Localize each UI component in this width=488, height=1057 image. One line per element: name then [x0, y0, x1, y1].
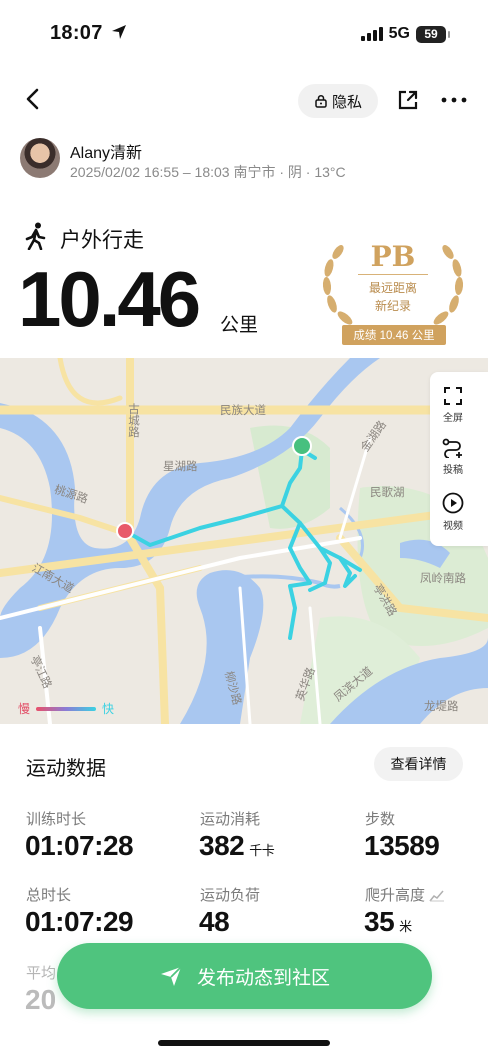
- stat-label-text: 爬升高度: [365, 887, 426, 904]
- publish-label: 发布动态到社区: [196, 967, 330, 989]
- map-label-longti: 龙堤路: [424, 701, 459, 713]
- stat-number: 35: [364, 906, 395, 937]
- pb-badge[interactable]: PB 最远距离 新纪录 成绩 10.46 公里: [318, 234, 468, 346]
- stat-value-calories: 382 千卡: [199, 830, 275, 862]
- map-label-minzu: 民族大道: [220, 405, 266, 417]
- avatar[interactable]: [20, 138, 60, 178]
- stat-value-total-time: 01:07:29: [25, 906, 134, 938]
- back-arrow-icon[interactable]: [20, 86, 46, 112]
- walking-icon: [25, 222, 46, 250]
- clock-text: 18:07: [50, 22, 103, 44]
- map-label-fengling: 凤岭南路: [420, 573, 466, 585]
- user-name[interactable]: Alany清新: [70, 139, 142, 163]
- distance-unit: 公里: [220, 315, 259, 336]
- stat-number: 382: [199, 830, 245, 861]
- privacy-button[interactable]: 隐私: [298, 84, 378, 118]
- more-options-icon[interactable]: [440, 88, 468, 112]
- stat-value-partial: 20: [25, 984, 57, 1015]
- signal-icon: [360, 27, 383, 41]
- stat-label-steps: 步数: [365, 811, 396, 828]
- route-submit-label: 投稿: [443, 465, 463, 476]
- route-submit-button[interactable]: 投稿: [430, 438, 476, 476]
- publish-to-community-button[interactable]: 发布动态到社区: [57, 943, 432, 1009]
- stat-number: 01:07:29: [25, 906, 134, 937]
- stat-value-training-time: 01:07:28: [25, 830, 134, 862]
- status-indicators: 5G 59: [360, 25, 450, 43]
- location-arrow-icon: [111, 25, 126, 39]
- home-indicator[interactable]: [158, 1040, 330, 1046]
- pace-legend: 慢 快: [18, 700, 114, 717]
- pb-result: 成绩 10.46 公里: [342, 325, 446, 345]
- stat-unit: 米: [399, 919, 412, 934]
- pb-title: PB: [370, 240, 416, 273]
- stat-label-partial: 平均: [26, 965, 57, 982]
- map-label-xinghu: 星湖路: [163, 461, 198, 473]
- pb-subtitle-2: 新纪录: [374, 299, 411, 313]
- privacy-label: 隐私: [331, 93, 362, 111]
- route-map[interactable]: 民族大道 古城路 星湖路 桃源路 民歌湖 金湖路 凤岭南路 江南大道 亭江路 亭…: [0, 358, 488, 724]
- elevation-chart-icon: [429, 890, 445, 901]
- pb-divider: [358, 274, 428, 275]
- stat-label-load: 运动负荷: [200, 887, 261, 904]
- status-time: 18:07: [50, 22, 127, 45]
- stats-title: 运动数据: [26, 758, 106, 780]
- stat-value-climb: 35 米: [364, 906, 412, 938]
- battery-level: 59: [424, 27, 438, 41]
- network-type: 5G: [388, 25, 410, 42]
- view-details-button[interactable]: 查看详情: [374, 747, 463, 781]
- map-tools-panel: 全屏 投稿 视频: [430, 372, 488, 546]
- lock-icon: [315, 94, 327, 108]
- video-label: 视频: [443, 521, 463, 532]
- stat-label-total-time: 总时长: [26, 887, 72, 904]
- pace-slow-label: 慢: [18, 702, 31, 716]
- stat-number: 48: [199, 906, 230, 937]
- activity-meta: 2025/02/02 16:55 – 18:03 南宁市 · 阴 · 13°C: [70, 164, 346, 180]
- stat-number: 01:07:28: [25, 830, 134, 861]
- send-icon: [160, 966, 182, 986]
- pb-subtitle-1: 最远距离: [368, 281, 417, 295]
- map-label-gucheng: 古城路: [127, 403, 139, 438]
- map-label-minge: 民歌湖: [370, 487, 405, 499]
- stat-label-climb: 爬升高度: [365, 884, 445, 905]
- fullscreen-icon: [444, 387, 462, 405]
- battery-icon: 59: [416, 25, 450, 43]
- stat-value-steps: 13589: [364, 830, 440, 862]
- share-icon[interactable]: [396, 88, 420, 112]
- stat-label-calories: 运动消耗: [200, 811, 261, 828]
- fullscreen-label: 全屏: [443, 413, 463, 424]
- fullscreen-button[interactable]: 全屏: [430, 386, 476, 424]
- sport-type: 户外行走: [60, 229, 144, 252]
- pace-gradient: [36, 706, 97, 711]
- stat-value-load: 48: [199, 906, 230, 938]
- video-button[interactable]: 视频: [430, 492, 476, 532]
- distance-value: 10.46: [18, 255, 201, 343]
- route-submit-icon: [442, 438, 462, 458]
- pace-fast-label: 快: [102, 702, 115, 716]
- stat-number: 13589: [364, 830, 440, 861]
- play-video-icon: [442, 492, 464, 514]
- stat-label-training-time: 训练时长: [26, 811, 87, 828]
- stat-unit: 千卡: [249, 843, 275, 858]
